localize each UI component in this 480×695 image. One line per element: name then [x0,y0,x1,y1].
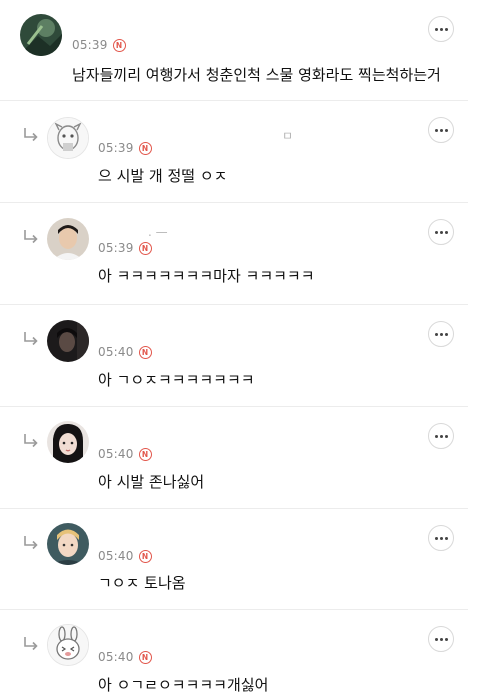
new-badge-icon: N [138,345,152,359]
avatar[interactable] [20,14,62,56]
reply-arrow-icon [24,230,38,244]
avatar[interactable] [47,218,89,260]
more-options-icon[interactable] [428,321,454,347]
comment-time: 05:39 N [98,141,152,155]
new-badge-icon: N [138,141,152,155]
avatar[interactable] [47,624,89,666]
comment-item: ㅁ 05:39 N 으 시발 개 정떨 ㅇㅈ [0,101,480,202]
time-text: 05:40 [98,549,134,563]
reply-arrow-icon [24,536,38,550]
more-options-icon[interactable] [428,525,454,551]
comment-time: 05:39 N [72,38,126,52]
time-text: 05:39 [98,141,134,155]
comment-time: 05:40 N [98,549,152,563]
comment-time: 05:40 N [98,345,152,359]
new-badge-icon: N [138,650,152,664]
more-options-icon[interactable] [428,16,454,42]
comment-text: 아 ㅋㅋㅋㅋㅋㅋㅋ마자 ㅋㅋㅋㅋㅋ [98,267,315,285]
comment-text: 아 ㅇㄱㄹㅇㅋㅋㅋㅋ개싫어 [98,676,269,694]
comment-item: 05:39 N 남자들끼리 여행가서 청춘인척 스물 영화라도 찍는척하는거 [0,0,480,100]
avatar[interactable] [47,320,89,362]
comment-time: 05:40 N [98,447,152,461]
comment-feed: 05:39 N 남자들끼리 여행가서 청춘인척 스물 영화라도 찍는척하는거 ㅁ… [0,0,480,694]
comment-item: 05:40 N 아 ㅇㄱㄹㅇㅋㅋㅋㅋ개싫어 [0,610,480,694]
comment-time: 05:40 N [98,650,152,664]
comment-text: 아 시발 존나싫어 [98,473,205,491]
comment-time: 05:39 N [98,241,152,255]
time-text: 05:40 [98,345,134,359]
more-options-icon[interactable] [428,117,454,143]
comment-text: 남자들끼리 여행가서 청춘인척 스물 영화라도 찍는척하는거 [72,66,441,84]
comment-text: ㄱㅇㅈ 토나옴 [98,574,186,592]
comment-item: 05:40 N 아 ㄱㅇㅈㅋㅋㅋㅋㅋㅋㅋ [0,305,480,406]
new-badge-icon: N [138,447,152,461]
comment-text: 으 시발 개 정떨 ㅇㅈ [98,167,228,185]
nickname: ㅁ [282,129,294,143]
new-badge-icon: N [138,241,152,255]
time-text: 05:39 [72,38,108,52]
avatar[interactable] [47,421,89,463]
new-badge-icon: N [138,549,152,563]
time-text: 05:39 [98,241,134,255]
reply-arrow-icon [24,637,38,651]
reply-arrow-icon [24,434,38,448]
nickname: . — [148,225,168,239]
comment-text: 아 ㄱㅇㅈㅋㅋㅋㅋㅋㅋㅋ [98,371,255,389]
time-text: 05:40 [98,447,134,461]
comment-item: . — 05:39 N 아 ㅋㅋㅋㅋㅋㅋㅋ마자 ㅋㅋㅋㅋㅋ [0,203,480,304]
new-badge-icon: N [112,38,126,52]
time-text: 05:40 [98,650,134,664]
comment-item: 05:40 N 아 시발 존나싫어 [0,407,480,508]
more-options-icon[interactable] [428,423,454,449]
avatar[interactable] [47,117,89,159]
comment-item: 05:40 N ㄱㅇㅈ 토나옴 [0,509,480,609]
more-options-icon[interactable] [428,626,454,652]
avatar[interactable] [47,523,89,565]
reply-arrow-icon [24,332,38,346]
reply-arrow-icon [24,128,38,142]
more-options-icon[interactable] [428,219,454,245]
